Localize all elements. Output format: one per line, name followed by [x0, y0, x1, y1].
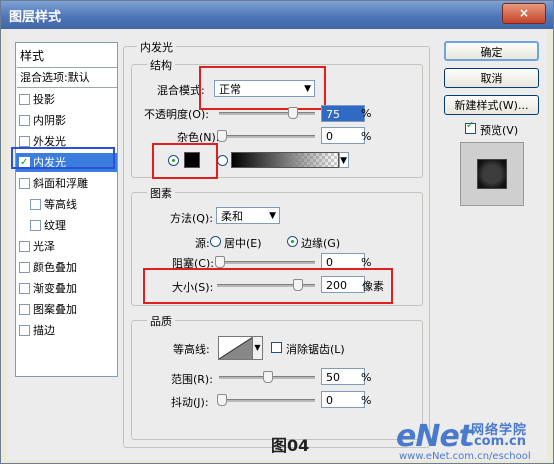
- range-input[interactable]: 50: [321, 368, 365, 385]
- jitter-input[interactable]: 0: [321, 391, 365, 408]
- selection-highlight-box: [11, 147, 115, 169]
- opacity-slider-track[interactable]: [219, 112, 315, 115]
- percent-label: %: [361, 107, 372, 120]
- range-slider-thumb[interactable]: [263, 371, 273, 383]
- antialias-label: 消除锯齿(L): [286, 343, 345, 356]
- style-checkbox[interactable]: [19, 115, 30, 126]
- style-item-drop-shadow[interactable]: 投影: [16, 90, 117, 109]
- style-item-label: 颜色叠加: [33, 261, 77, 274]
- style-item-label: 投影: [33, 93, 55, 106]
- quality-title: 品质: [147, 313, 175, 329]
- noise-slider-thumb[interactable]: [217, 130, 227, 142]
- source-label: 源:: [195, 237, 210, 250]
- range-label: 范围(R):: [171, 373, 213, 386]
- annotation-box-size: [143, 268, 393, 304]
- gradient-dropdown[interactable]: ▼: [339, 152, 349, 168]
- style-item-label: 描边: [33, 324, 55, 337]
- new-style-button[interactable]: 新建样式(W)...: [444, 95, 539, 115]
- ok-button[interactable]: 确定: [444, 41, 539, 61]
- jitter-slider-track[interactable]: [219, 399, 315, 402]
- annotation-box-color: [152, 143, 218, 179]
- style-item-gradient-overlay[interactable]: 渐变叠加: [16, 279, 117, 298]
- source-edge-radio[interactable]: [287, 236, 298, 247]
- title-bar[interactable]: 图层样式 ×: [1, 1, 553, 29]
- chevron-down-icon: ▼: [340, 156, 347, 166]
- dialog-title: 图层样式: [9, 10, 62, 25]
- styles-header[interactable]: 样式: [20, 47, 44, 64]
- cancel-button[interactable]: 取消: [444, 68, 539, 88]
- contour-dropdown[interactable]: ▼: [252, 336, 263, 360]
- style-item-inner-shadow[interactable]: 内阴影: [16, 111, 117, 130]
- preview-checkbox[interactable]: [465, 120, 476, 134]
- gradient-radio[interactable]: [217, 155, 228, 166]
- style-item-label: 等高线: [44, 198, 77, 211]
- technique-label: 方法(Q):: [170, 212, 213, 225]
- style-checkbox[interactable]: [19, 304, 30, 315]
- source-center-radio[interactable]: [210, 236, 221, 247]
- percent-label: %: [361, 371, 372, 384]
- technique-value: 柔和: [221, 210, 243, 223]
- opacity-input[interactable]: 75: [321, 105, 365, 122]
- watermark-url: www.eNet.com.cn/eschool: [399, 451, 531, 462]
- style-checkbox[interactable]: [19, 241, 30, 252]
- style-item-contour[interactable]: 等高线: [16, 195, 117, 214]
- close-button[interactable]: ×: [502, 3, 546, 24]
- contour-label: 等高线:: [173, 343, 210, 356]
- style-checkbox[interactable]: [19, 178, 30, 189]
- chevron-down-icon: ▼: [269, 211, 276, 221]
- annotation-box-blend-mode: [199, 66, 326, 110]
- noise-slider-track[interactable]: [219, 135, 315, 138]
- preview-thumbnail: [460, 142, 524, 206]
- dialog-body: 样式 混合选项:默认 投影 内阴影 外发光 内发光 斜面和浮雕 等高线 纹理 光…: [7, 30, 547, 460]
- style-checkbox[interactable]: [19, 283, 30, 294]
- gradient-swatch[interactable]: [231, 152, 339, 168]
- choke-slider-track[interactable]: [217, 261, 315, 264]
- source-center-label: 居中(E): [224, 237, 262, 250]
- preview-label: 预览(V): [480, 124, 519, 137]
- technique-select[interactable]: 柔和 ▼: [216, 207, 280, 224]
- style-item-bevel-emboss[interactable]: 斜面和浮雕: [16, 174, 117, 193]
- opacity-label: 不透明度(O):: [144, 108, 209, 121]
- elements-title: 图素: [147, 185, 175, 201]
- style-item-label: 斜面和浮雕: [33, 177, 88, 190]
- style-checkbox[interactable]: [19, 94, 30, 105]
- watermark-domain: .com.cn: [469, 434, 527, 449]
- inner-glow-title: 内发光: [137, 39, 176, 55]
- choke-slider-thumb[interactable]: [215, 256, 225, 268]
- preview-swatch: [477, 159, 507, 189]
- watermark-logo: eNet: [396, 419, 473, 454]
- structure-title: 结构: [147, 57, 175, 73]
- style-checkbox[interactable]: [19, 325, 30, 336]
- style-item-label: 纹理: [44, 219, 66, 232]
- chevron-down-icon: ▼: [254, 343, 261, 352]
- blending-options-item[interactable]: 混合选项:默认: [17, 67, 117, 88]
- opacity-slider-thumb[interactable]: [288, 107, 298, 119]
- jitter-label: 抖动(J):: [171, 396, 209, 409]
- style-item-label: 图案叠加: [33, 303, 77, 316]
- contour-curve-icon: [219, 337, 253, 359]
- style-item-pattern-overlay[interactable]: 图案叠加: [16, 300, 117, 319]
- style-item-label: 内阴影: [33, 114, 66, 127]
- style-checkbox[interactable]: [19, 136, 30, 147]
- jitter-slider-thumb[interactable]: [217, 394, 227, 406]
- style-item-texture[interactable]: 纹理: [16, 216, 117, 235]
- style-item-color-overlay[interactable]: 颜色叠加: [16, 258, 117, 277]
- percent-label: %: [361, 130, 372, 143]
- style-checkbox[interactable]: [30, 220, 41, 231]
- figure-caption: 图04: [271, 436, 310, 455]
- style-item-stroke[interactable]: 描边: [16, 321, 117, 340]
- layer-style-dialog: 图层样式 × 样式 混合选项:默认 投影 内阴影 外发光 内发光 斜面和浮雕 等…: [0, 0, 554, 464]
- styles-list: 样式 混合选项:默认 投影 内阴影 外发光 内发光 斜面和浮雕 等高线 纹理 光…: [15, 42, 118, 377]
- style-checkbox[interactable]: [30, 199, 41, 210]
- antialias-checkbox[interactable]: [271, 342, 282, 353]
- style-item-label: 光泽: [33, 240, 55, 253]
- style-checkbox[interactable]: [19, 262, 30, 273]
- noise-input[interactable]: 0: [321, 127, 365, 144]
- style-item-label: 渐变叠加: [33, 282, 77, 295]
- source-edge-label: 边缘(G): [301, 237, 341, 250]
- style-item-satin[interactable]: 光泽: [16, 237, 117, 256]
- percent-label: %: [361, 394, 372, 407]
- contour-picker[interactable]: [218, 336, 254, 360]
- blend-mode-label: 混合模式:: [157, 84, 205, 97]
